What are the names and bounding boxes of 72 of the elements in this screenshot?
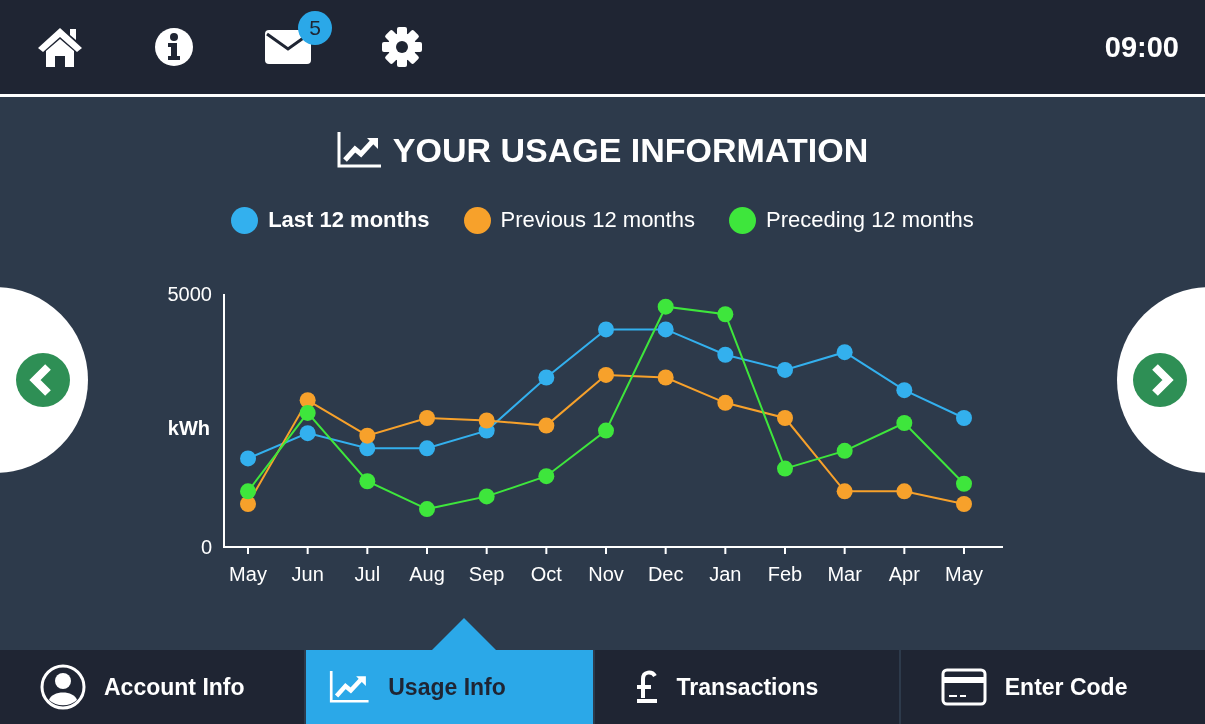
data-point: [777, 409, 793, 426]
nav-tab[interactable]: Enter Code: [898, 650, 1205, 724]
data-point: [896, 483, 913, 500]
y-axis-label: 0: [200, 536, 212, 558]
data-point: [538, 369, 555, 386]
data-point: [598, 422, 614, 439]
data-point: [657, 321, 674, 338]
data-point: [538, 417, 555, 434]
info-icon[interactable]: [154, 27, 194, 67]
data-point: [956, 496, 972, 512]
nav-tab[interactable]: Transactions: [592, 650, 899, 724]
data-point: [717, 306, 734, 323]
data-point: [896, 382, 913, 399]
settings-icon[interactable]: [381, 26, 423, 68]
clock-time: 09:00: [1104, 30, 1179, 64]
data-point: [538, 468, 555, 485]
legend-label[interactable]: Last 12 months: [268, 207, 430, 233]
y-axis-title: kWh: [167, 416, 210, 439]
data-point: [717, 394, 734, 411]
mail-icon[interactable]: [265, 30, 311, 64]
line-chart-icon: [328, 671, 371, 703]
x-axis-label: Jul: [354, 563, 381, 585]
x-axis-label: Dec: [647, 563, 684, 585]
data-point: [836, 344, 853, 361]
x-axis-label: Mar: [827, 563, 862, 585]
data-point: [836, 483, 853, 500]
left-chevron-icon: [16, 353, 70, 407]
data-point: [598, 321, 614, 338]
nav-tab[interactable]: Account Info: [0, 650, 305, 724]
data-point: [419, 440, 435, 457]
legend-label[interactable]: Previous 12 months: [500, 207, 695, 233]
x-axis-label: Apr: [888, 563, 920, 585]
x-axis-label: Oct: [530, 563, 562, 585]
x-axis-label: Aug: [409, 563, 445, 585]
data-point: [359, 427, 376, 444]
x-axis-label: May: [229, 563, 267, 585]
data-point: [240, 483, 256, 500]
data-point: [657, 298, 674, 315]
data-point: [478, 488, 495, 505]
data-point: [777, 361, 793, 378]
right-chevron-icon: [1133, 353, 1187, 407]
x-axis-label: Jan: [709, 563, 742, 585]
home-icon[interactable]: [36, 26, 84, 68]
data-point: [299, 425, 316, 442]
data-point: [956, 409, 972, 426]
card-icon: [940, 668, 987, 706]
person-icon: [40, 664, 86, 710]
x-axis-label: Nov: [588, 563, 624, 585]
data-point: [419, 501, 435, 518]
y-axis-label: 5000: [167, 283, 212, 305]
line-chart-icon: [336, 132, 381, 168]
page-title: YOUR USAGE INFORMATION: [392, 130, 869, 170]
message-count-badge: 5: [298, 11, 332, 45]
data-point: [896, 415, 913, 432]
x-axis-label: Jun: [291, 563, 324, 585]
x-axis-label: Feb: [767, 563, 803, 585]
data-point: [419, 409, 435, 426]
legend-label[interactable]: Preceding 12 months: [765, 207, 974, 233]
data-point: [657, 369, 674, 386]
data-point: [240, 450, 256, 467]
data-point: [717, 346, 734, 363]
data-point: [359, 473, 376, 490]
data-point: [836, 442, 853, 459]
pound-icon: [634, 670, 659, 704]
data-point: [299, 404, 316, 421]
data-point: [956, 475, 972, 492]
data-point: [598, 366, 614, 383]
data-point: [240, 496, 256, 512]
x-axis-label: Sep: [468, 563, 505, 585]
data-point: [777, 460, 793, 477]
x-axis-label: May: [945, 563, 983, 585]
data-point: [478, 412, 495, 429]
